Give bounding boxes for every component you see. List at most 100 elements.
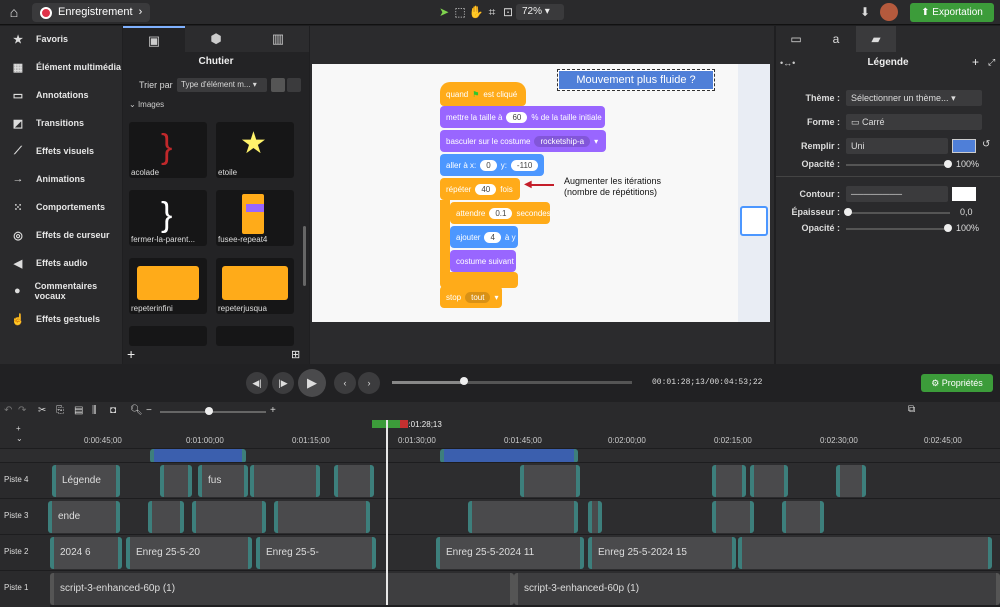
outline-style-select[interactable]: ──────── [846,186,948,202]
zoom-plus-icon[interactable]: + [270,405,276,416]
opacity-slider[interactable] [846,164,950,166]
nav-annotations[interactable]: ▭ Annotations [0,84,122,106]
timeline-clip[interactable]: Légende [52,465,120,497]
timeline-zoom-knob[interactable] [205,407,213,415]
timeline-audio-clip[interactable]: script-3-enhanced-60p (1) [50,573,514,605]
pan-tool-icon[interactable]: ✋ [468,4,484,20]
add-track-icon[interactable]: + [16,424,21,433]
download-icon[interactable]: ⬇ [857,4,873,20]
avatar[interactable] [880,3,898,21]
nav-cursor-effects[interactable]: ◎ Effets de curseur [0,224,122,246]
paste-icon[interactable]: ▤ [74,405,83,416]
opacity-slider-knob[interactable] [944,160,952,168]
timeline-clip[interactable] [150,449,246,463]
timeline-clip[interactable] [750,465,788,497]
timeline-audio-clip[interactable]: script-3-enhanced-60p (1) [514,573,1000,605]
select-tool-icon[interactable]: ➤ [436,4,452,20]
timeline-clip[interactable] [738,537,992,569]
timeline-ruler[interactable]: 0:00:45;00 0:01:00;00 0:01:15;00 0:01:30… [50,420,1000,448]
zoom-minus-icon[interactable]: − [146,405,152,416]
timeline-clip[interactable]: Enreg 25-5-20 [126,537,252,569]
playhead[interactable] [386,420,388,605]
timeline-clip[interactable] [148,501,184,533]
timeline-clip[interactable] [160,465,192,497]
step-forward-icon[interactable]: |▶ [272,372,294,394]
project-name-button[interactable]: Enregistrement › [32,3,151,22]
copy-icon[interactable]: ⎘ [56,405,64,416]
timeline-clip[interactable] [440,449,578,463]
properties-button[interactable]: ⚙ Propriétés [921,374,993,392]
nav-voice-narration[interactable]: ● Commentaires vocaux [0,280,122,302]
timeline-clip[interactable] [274,501,370,533]
timeline-clip[interactable] [712,465,746,497]
collapse-icon[interactable]: ⌄ [16,434,23,443]
canvas-stage[interactable]: quand ⚑ est cliqué mettre la taille à 60% d… [312,64,770,322]
cut-icon[interactable]: ✂ [38,405,46,416]
books-tab-icon[interactable]: ▥ [247,26,309,52]
nav-media[interactable]: ▦ Élément multimédia [0,56,122,78]
home-icon[interactable]: ⌂ [6,4,22,20]
selection-end-marker[interactable] [400,420,408,428]
timeline-clip[interactable] [250,465,320,497]
play-icon[interactable]: ▶ [298,369,326,397]
thumb-more[interactable] [216,326,294,346]
thickness-slider-knob[interactable] [844,208,852,216]
text-props-tab-icon[interactable]: a [816,26,856,52]
video-props-tab-icon[interactable]: ▭ [776,26,816,52]
timeline-clip[interactable] [712,501,754,533]
split-icon[interactable]: ⫼ [92,405,97,416]
timeline-clip[interactable] [588,501,602,533]
next-marker-icon[interactable]: › [358,372,380,394]
step-back-icon[interactable]: ◀| [246,372,268,394]
fit-tool-icon[interactable]: ⊡ [500,4,516,20]
sort-select[interactable]: Type d'élément m... ▾ [177,78,267,92]
annotation-props-tab-icon[interactable]: ▰ [856,26,896,52]
detach-icon[interactable]: ⧉ [908,404,915,415]
grid-view-icon[interactable]: ⊞ [291,348,300,361]
sort-asc-icon[interactable] [271,78,285,92]
timeline-clip[interactable]: fus [198,465,248,497]
add-icon[interactable]: + [127,346,135,362]
media-bin-tab-icon[interactable]: ▣ [123,26,185,52]
timeline-clip[interactable] [468,501,578,533]
nav-audio-effects[interactable]: ◀ Effets audio [0,252,122,274]
timeline-clip[interactable] [192,501,266,533]
redo-icon[interactable]: ↷ [18,405,26,416]
outline-opacity-slider[interactable] [846,228,950,230]
export-button[interactable]: ⬆ Exportation [910,3,994,22]
edit-points-tool-icon[interactable]: ⬚ [452,4,468,20]
timeline-clip[interactable]: 2024 6 [50,537,122,569]
nav-favoris[interactable]: ★ Favoris [0,28,122,50]
timeline-clip[interactable] [836,465,866,497]
snapshot-icon[interactable]: ◘ [110,405,116,416]
theme-select[interactable]: Sélectionner un thème... ▾ [846,90,982,106]
crop-tool-icon[interactable]: ⌗ [484,4,500,20]
thickness-slider[interactable] [846,212,950,214]
expand-icon[interactable]: ⤢ [988,57,995,68]
zoom-select[interactable]: 72% ▾ [516,4,564,20]
undo-icon[interactable]: ↶ [4,405,12,416]
timeline-clip[interactable] [782,501,824,533]
reset-icon[interactable]: ↺ [982,139,990,150]
fill-select[interactable]: Uni [846,138,948,154]
nav-gesture-effects[interactable]: ☝ Effets gestuels [0,308,122,330]
library-scrollbar[interactable] [303,226,306,286]
library-tab-icon[interactable]: ⬢ [185,26,247,52]
sort-desc-icon[interactable] [287,78,301,92]
timeline-clip[interactable] [520,465,580,497]
timeline-clip[interactable]: ende [48,501,120,533]
fill-color-swatch[interactable] [952,139,976,153]
outline-opacity-knob[interactable] [944,224,952,232]
outline-color-swatch[interactable] [952,187,976,201]
timeline-clip[interactable]: Enreg 25-5-2024 11 [436,537,584,569]
scrub-knob[interactable] [460,377,468,385]
timeline-zoom-slider[interactable] [160,411,266,413]
nav-behaviors[interactable]: ⁙ Comportements [0,196,122,218]
nav-transitions[interactable]: ◩ Transitions [0,112,122,134]
nav-visual-effects[interactable]: ⟋ Effets visuels [0,140,122,162]
zoom-out-icon[interactable]: 🔍︎ [130,405,143,416]
shape-select[interactable]: ▭ Carré [846,114,982,130]
thumb-more[interactable] [129,326,207,346]
timeline-clip[interactable]: Enreg 25-5- [256,537,376,569]
prev-marker-icon[interactable]: ‹ [334,372,356,394]
